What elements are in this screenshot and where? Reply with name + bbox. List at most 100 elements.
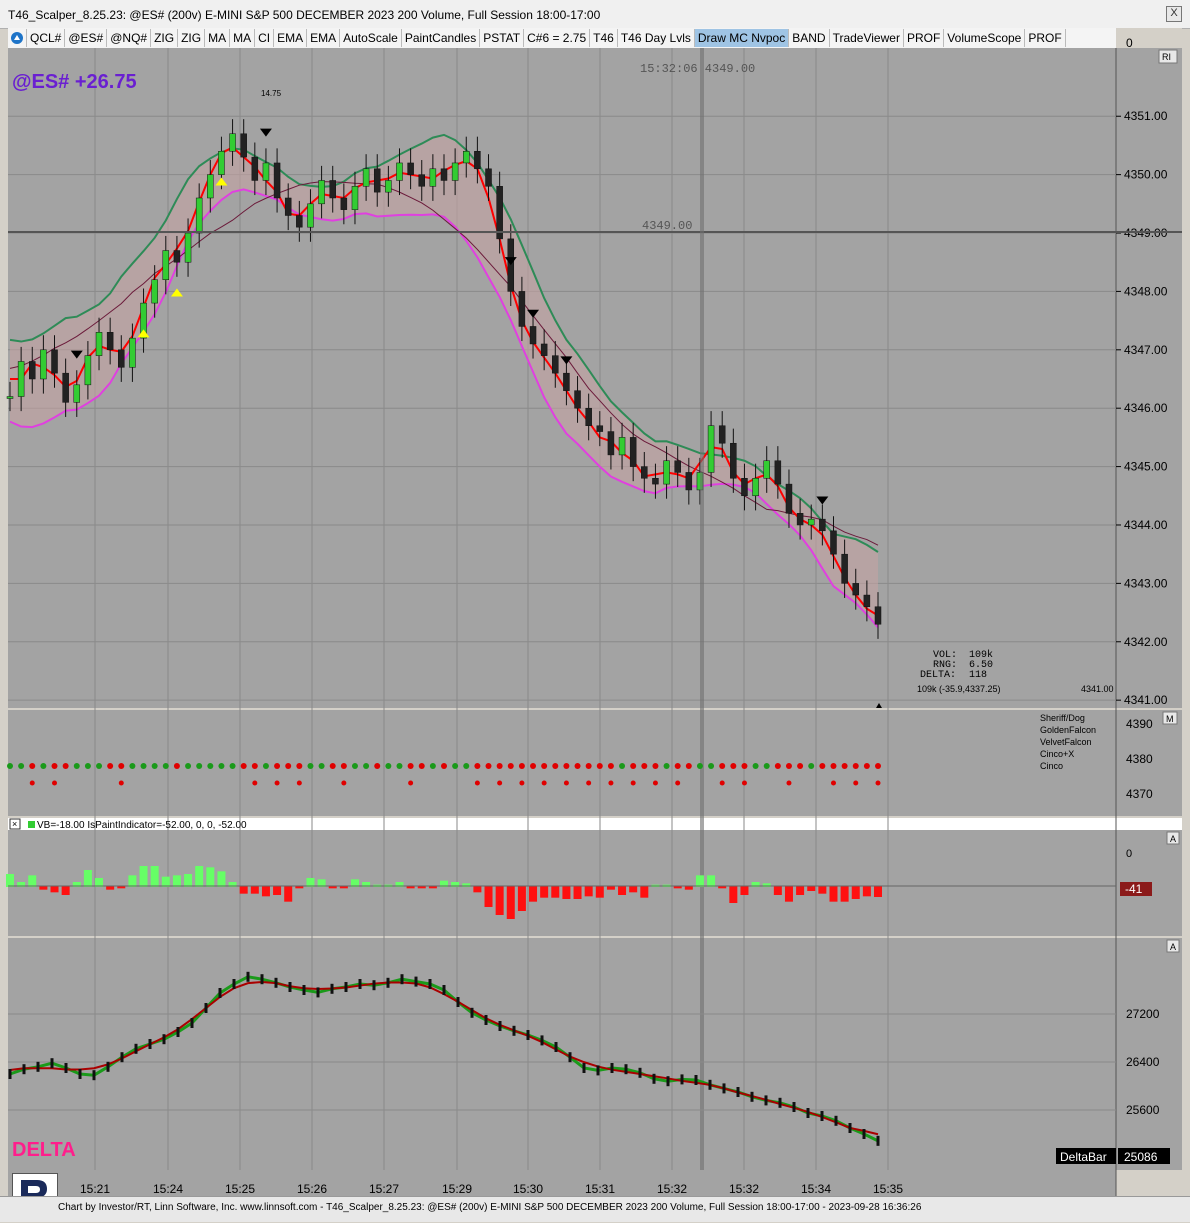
delta-bar-40 <box>568 1052 572 1063</box>
signal-dot-1 <box>18 763 25 769</box>
toolbar-buttons: QCL# @ES# @NQ# ZIG ZIG MA MA CI EMA EMA AutoScale P… <box>27 29 1066 47</box>
time-tick-5: 15:29 <box>442 1182 472 1196</box>
delta-bar-42 <box>596 1065 600 1076</box>
candle-4 <box>51 349 58 374</box>
signal-dot-b-78 <box>875 780 881 786</box>
vb-bar-11 <box>128 875 137 887</box>
candle-11 <box>129 337 136 368</box>
vb-bar-56 <box>629 886 638 893</box>
candle-31 <box>351 186 359 210</box>
chart-canvas[interactable]: @ES# +26.75 15:32:06 4349.00 4349.00 14.… <box>0 48 1190 1196</box>
last-price-tag: 4341.00 <box>1081 684 1114 694</box>
toolbar-button-volumescope-20[interactable]: VolumeScope <box>944 29 1026 47</box>
signal-dot-57 <box>641 763 648 769</box>
price-tick-9: 4342.00 <box>1124 635 1168 649</box>
toolbar-button-ma-6[interactable]: MA <box>230 29 256 47</box>
candle-10 <box>118 349 125 368</box>
time-tick-9: 15:32 <box>729 1182 759 1196</box>
price-tick-2: 4349.00 <box>1124 226 1168 240</box>
delta-pane[interactable] <box>8 938 1116 1170</box>
delta-bar-47 <box>666 1076 670 1087</box>
signal-dot-b-22 <box>252 780 258 786</box>
toolbar-button-ci-7[interactable]: CI <box>255 29 275 47</box>
delta-label: DELTA <box>12 1139 76 1161</box>
signal-dot-61 <box>685 763 692 769</box>
toolbar-button-tradeviewer-18[interactable]: TradeViewer <box>830 29 904 47</box>
toolbar-button-prof-21[interactable]: PROF <box>1025 29 1066 47</box>
candle-61 <box>685 472 693 491</box>
signal-dot-45 <box>507 763 514 769</box>
toolbar-button-prof-19[interactable]: PROF <box>904 29 945 47</box>
delta-bar-18 <box>260 974 264 985</box>
toolbar-button-zig-3[interactable]: ZIG <box>151 29 179 47</box>
delta-bar-14 <box>204 1003 208 1013</box>
signal-dot-b-60 <box>675 780 681 786</box>
signal-dot-b-4 <box>52 780 58 786</box>
candle-65 <box>730 442 737 479</box>
price-tick-6: 4345.00 <box>1124 460 1168 474</box>
signal-tick-0: 4390 <box>1126 717 1153 731</box>
vb-bar-61 <box>684 886 693 890</box>
toolbar-button-paintcandles-11[interactable]: PaintCandles <box>402 29 481 47</box>
price-tick-5: 4346.00 <box>1124 401 1168 415</box>
delta-bar-11 <box>162 1034 166 1045</box>
price-axis[interactable] <box>1116 48 1182 708</box>
vb-badge-text: A <box>1170 834 1176 844</box>
vb-bar-19 <box>217 871 226 887</box>
delta-bar-53 <box>750 1091 754 1102</box>
toolbar-button-autoscale-10[interactable]: AutoScale <box>340 29 402 47</box>
candle-22 <box>251 156 259 181</box>
signal-dot-5 <box>62 763 69 769</box>
signal-dot-70 <box>785 763 792 769</box>
vb-header: VB=-18.00 IsPaintIndicator=-52.00, 0, 0,… <box>37 820 247 831</box>
toolbar-button-ema-8[interactable]: EMA <box>274 29 308 47</box>
candle-23 <box>262 162 270 181</box>
chart-settings-icon[interactable] <box>8 29 27 47</box>
delta-bar-39 <box>554 1042 558 1052</box>
signal-dot-53 <box>596 763 603 769</box>
candle-53 <box>596 425 604 432</box>
vb-bar-16 <box>184 874 193 887</box>
close-icon[interactable]: X <box>1166 6 1182 22</box>
delta-bar-46 <box>652 1073 656 1084</box>
time-tick-2: 15:25 <box>225 1182 255 1196</box>
vb-bar-65 <box>729 886 738 903</box>
candle-28 <box>318 180 325 205</box>
signal-dot-54 <box>607 763 614 769</box>
vb-bar-73 <box>818 886 827 894</box>
delta-bar-10 <box>148 1039 152 1049</box>
symbol-label: @ES# +26.75 <box>12 71 137 93</box>
delta-bar-21 <box>302 985 306 995</box>
delta-bar-15 <box>218 988 222 998</box>
toolbar-button-qcl-0[interactable]: QCL# <box>27 29 66 47</box>
delta-badge-text: A <box>1170 942 1176 952</box>
delta-bar-34 <box>484 1015 488 1025</box>
signal-dot-2 <box>29 763 36 769</box>
candle-55 <box>618 437 626 456</box>
vb-bar-69 <box>773 886 782 895</box>
delta-bar-56 <box>792 1102 796 1112</box>
toolbar-button-nq-2[interactable]: @NQ# <box>107 29 152 47</box>
toolbar-button-pstat-12[interactable]: PSTAT <box>480 29 525 47</box>
toolbar-button-c-6-2-75-13[interactable]: C#6 = 2.75 <box>524 29 591 47</box>
signal-pane[interactable] <box>8 710 1116 816</box>
delta-bar-20 <box>288 982 292 992</box>
toolbar-button-t46-14[interactable]: T46 <box>590 29 618 47</box>
delta-bar-45 <box>638 1067 642 1078</box>
toolbar-button-zig-4[interactable]: ZIG <box>178 29 206 47</box>
toolbar-button-ma-5[interactable]: MA <box>205 29 231 47</box>
toolbar-button-draw-mc-nvpoc-16[interactable]: Draw MC Nvpoc <box>694 29 790 47</box>
toolbar-button-band-17[interactable]: BAND <box>789 29 830 47</box>
delta-bar-31 <box>442 985 446 995</box>
vb-bar-24 <box>273 886 282 895</box>
candle-3 <box>40 349 47 380</box>
signal-dot-b-70 <box>786 780 792 786</box>
toolbar-button-ema-9[interactable]: EMA <box>307 29 341 47</box>
vb-bar-54 <box>606 886 615 890</box>
toolbar-button-es-1[interactable]: @ES# <box>65 29 108 47</box>
signal-dot-41 <box>463 763 470 769</box>
toolbar-button-t46-day-lvls-15[interactable]: T46 Day Lvls <box>618 29 695 47</box>
vb-bar-21 <box>239 886 248 894</box>
signal-dot-73 <box>819 763 826 769</box>
signal-dot-b-50 <box>563 780 569 786</box>
